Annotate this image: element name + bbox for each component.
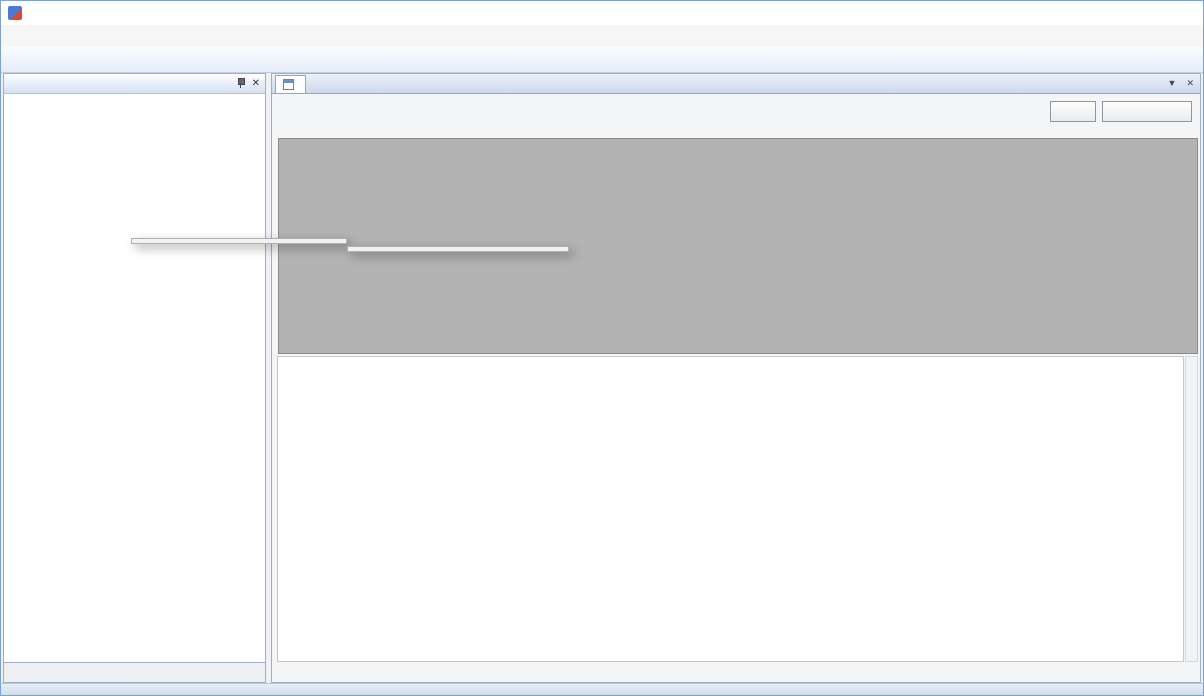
tab-table-info[interactable] (275, 75, 306, 93)
code-gen-submenu (347, 246, 569, 252)
close-icon[interactable]: ✕ (1186, 78, 1194, 89)
panel-header: ✕ (4, 74, 265, 94)
context-menu (131, 238, 347, 244)
app-icon (8, 6, 22, 20)
refresh-button[interactable] (1050, 101, 1096, 122)
app-window: ✕ ▼ ✕ (0, 0, 1204, 696)
main-panel: ▼ ✕ (271, 73, 1201, 683)
database-tree (4, 95, 265, 661)
code-scrollbar[interactable] (1185, 356, 1198, 662)
sql-code-view[interactable] (277, 356, 1184, 662)
grid-header (279, 139, 1197, 158)
chevron-down-icon[interactable]: ▼ (1168, 78, 1177, 89)
close-icon[interactable]: ✕ (252, 79, 260, 89)
table-icon (283, 79, 294, 90)
grid-body (279, 158, 1197, 253)
toolbar (1, 47, 1203, 73)
left-bottom-tabs (4, 662, 265, 682)
tabstrip-icons: ▼ ✕ (1168, 78, 1194, 89)
menu-bar (1, 25, 1203, 47)
set-alias-button[interactable] (1102, 101, 1192, 122)
database-panel: ✕ (3, 73, 266, 683)
window-bottom-border (1, 683, 1203, 695)
pin-icon[interactable] (236, 78, 245, 89)
tab-strip: ▼ ✕ (272, 74, 1200, 94)
title-bar (1, 1, 1203, 25)
panel-header-icons: ✕ (236, 78, 260, 89)
